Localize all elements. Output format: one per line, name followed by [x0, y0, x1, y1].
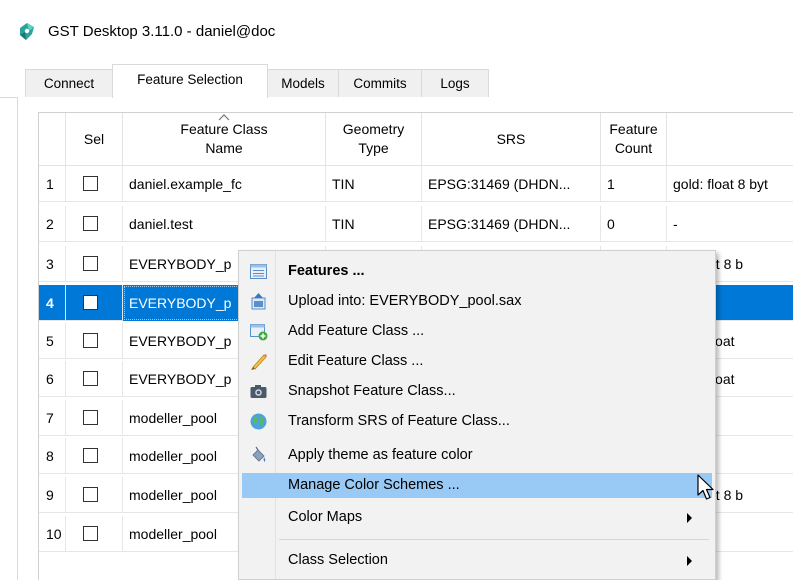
cell-geometry-type: TIN [326, 166, 422, 202]
row-number: 9 [39, 477, 66, 513]
row-number: 3 [39, 246, 66, 282]
row-number: 8 [39, 438, 66, 474]
select-checkbox[interactable] [83, 333, 98, 348]
menu-item-manage-color-schemes[interactable]: Manage Color Schemes ... [242, 473, 712, 498]
window-title: GST Desktop 3.11.0 - daniel@doc [48, 23, 276, 40]
menu-item-color-maps-label: Color Maps [288, 509, 363, 525]
table-row[interactable]: 1 daniel.example_fc TIN EPSG:31469 (DHDN...… [39, 166, 793, 202]
select-checkbox[interactable] [83, 526, 98, 541]
column-header-extra[interactable] [667, 113, 793, 166]
menu-item-edit-feature-class-label: Edit Feature Class ... [288, 353, 424, 369]
add-table-icon [250, 324, 268, 341]
column-header-name-line1: Feature Class [180, 121, 268, 137]
context-menu: Features ... Upload into: EVERYBODY_pool… [238, 250, 716, 580]
column-header-sel-label: Sel [83, 130, 105, 147]
cell-feature-count: 1 [601, 166, 667, 202]
select-checkbox[interactable] [83, 256, 98, 271]
select-checkbox[interactable] [83, 295, 98, 310]
column-header-srs-label: SRS [496, 130, 526, 147]
menu-item-apply-theme[interactable]: Apply theme as feature color [242, 443, 712, 468]
column-header-geometry[interactable]: Geometry Type [326, 113, 422, 166]
tab-models[interactable]: Models [267, 69, 339, 98]
row-number: 2 [39, 206, 66, 242]
mouse-pointer-icon [697, 474, 714, 500]
select-checkbox[interactable] [83, 176, 98, 191]
title-bar: GST Desktop 3.11.0 - daniel@doc [0, 0, 793, 60]
table-list-icon [250, 264, 267, 279]
tab-logs[interactable]: Logs [421, 69, 489, 98]
submenu-arrow-icon [687, 513, 692, 523]
select-checkbox[interactable] [83, 371, 98, 386]
select-checkbox[interactable] [83, 487, 98, 502]
row-number: 7 [39, 400, 66, 436]
menu-item-add-feature-class-label: Add Feature Class ... [288, 323, 425, 339]
camera-icon [250, 385, 267, 398]
select-checkbox[interactable] [83, 216, 98, 231]
row-header-corner [39, 113, 66, 166]
row-number: 10 [39, 516, 66, 552]
column-header-count-line2: Count [614, 140, 653, 156]
menu-item-transform-srs[interactable]: Transform SRS of Feature Class... [242, 409, 712, 434]
upload-icon [251, 293, 266, 310]
cell-geometry-type: TIN [326, 206, 422, 242]
column-header-geometry-line1: Geometry [342, 121, 405, 137]
paint-bucket-icon [252, 446, 266, 462]
menu-item-class-selection-label: Class Selection [288, 552, 388, 568]
column-header-srs[interactable]: SRS [422, 113, 601, 166]
menu-item-transform-srs-label: Transform SRS of Feature Class... [288, 413, 510, 429]
menu-item-features-label: Features ... [288, 263, 365, 279]
cell-srs: EPSG:31469 (DHDN... [422, 206, 601, 242]
row-number: 4 [39, 285, 66, 321]
row-number: 6 [39, 361, 66, 397]
tab-bar: Connect Feature Selection Models Commits… [0, 60, 793, 98]
tab-connect[interactable]: Connect [25, 69, 113, 98]
cell-feature-class-name: daniel.test [123, 206, 326, 242]
column-header-feature-count[interactable]: Feature Count [601, 113, 667, 166]
menu-item-features[interactable]: Features ... [242, 259, 712, 284]
sort-ascending-icon [218, 114, 230, 121]
submenu-arrow-icon [687, 556, 692, 566]
cell-srs: EPSG:31469 (DHDN... [422, 166, 601, 202]
column-header-name[interactable]: Feature Class Name [123, 113, 326, 166]
menu-item-apply-theme-label: Apply theme as feature color [288, 447, 473, 463]
row-number: 5 [39, 323, 66, 359]
cell-feature-count: 0 [601, 206, 667, 242]
tab-commits[interactable]: Commits [338, 69, 422, 98]
menu-item-upload[interactable]: Upload into: EVERYBODY_pool.sax [242, 289, 712, 314]
row-number: 1 [39, 166, 66, 202]
menu-item-class-selection[interactable]: Class Selection [242, 548, 712, 573]
menu-item-snapshot[interactable]: Snapshot Feature Class... [242, 379, 712, 404]
cell-attributes: - [667, 206, 793, 242]
column-header-geometry-line2: Type [358, 140, 389, 156]
globe-icon [250, 413, 267, 430]
column-header-name-line2: Name [205, 140, 243, 156]
menu-item-snapshot-label: Snapshot Feature Class... [288, 383, 456, 399]
menu-item-add-feature-class[interactable]: Add Feature Class ... [242, 319, 712, 344]
column-header-sel[interactable]: Sel [66, 113, 123, 166]
menu-separator [279, 539, 709, 540]
table-row[interactable]: 2 daniel.test TIN EPSG:31469 (DHDN... 0- [39, 206, 793, 242]
column-header-count-line1: Feature [609, 121, 658, 137]
select-checkbox[interactable] [83, 448, 98, 463]
app-logo-icon [20, 23, 34, 40]
select-checkbox[interactable] [83, 410, 98, 425]
cell-attributes: gold: float 8 byt [667, 166, 793, 202]
menu-item-color-maps[interactable]: Color Maps [242, 505, 712, 530]
pencil-icon [251, 354, 267, 370]
cell-feature-class-name: daniel.example_fc [123, 166, 326, 202]
menu-item-edit-feature-class[interactable]: Edit Feature Class ... [242, 349, 712, 374]
menu-item-upload-label: Upload into: EVERYBODY_pool.sax [288, 293, 522, 309]
tab-feature-selection[interactable]: Feature Selection [112, 64, 268, 98]
menu-item-manage-color-schemes-label: Manage Color Schemes ... [288, 477, 460, 493]
